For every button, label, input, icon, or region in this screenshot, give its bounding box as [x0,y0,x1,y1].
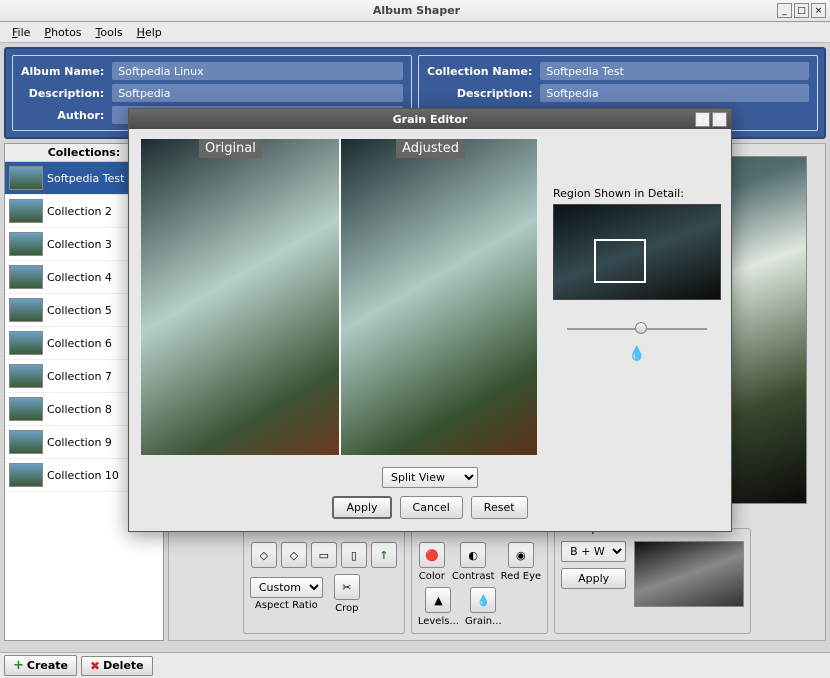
grain-editor-dialog: Grain Editor □ × Original Adjusted Regio… [128,108,732,532]
collection-desc-label: Description: [427,87,532,100]
modal-body: Original Adjusted Region Shown in Detail… [129,129,731,467]
arrow-up-icon[interactable]: ↑ [371,542,397,568]
crop-icon[interactable]: ✂ [334,574,360,600]
minimize-button[interactable]: _ [777,3,792,18]
collection-desc-field[interactable]: Softpedia [540,84,809,102]
aspect-ratio-label: Aspect Ratio [255,600,318,611]
window-titlebar: Album Shaper _ □ × [0,0,830,22]
plus-icon: + [13,658,24,673]
levels-icon[interactable]: ▲ [425,587,451,613]
menu-photos[interactable]: Photos [38,24,87,41]
modal-right-panel: Region Shown in Detail: 💧 [553,139,721,455]
view-mode-select[interactable]: Split View [382,467,478,488]
thumb-icon [9,331,43,355]
album-name-field[interactable]: Softpedia Linux [112,62,403,80]
delete-button[interactable]: ✖Delete [81,656,153,676]
flip-v-icon[interactable]: ▯ [341,542,367,568]
thumb-icon [9,166,43,190]
region-box[interactable] [594,239,646,283]
reset-drop-icon[interactable]: 💧 [553,346,721,362]
rotate-left-icon[interactable]: ◇ [251,542,277,568]
modal-restore-button[interactable]: □ [695,112,710,127]
manipulate-preview [634,541,744,607]
menu-help[interactable]: Help [131,24,168,41]
thumb-icon [9,397,43,421]
modal-titlebar[interactable]: Grain Editor □ × [129,109,731,129]
color-icon[interactable]: 🔴 [419,542,445,568]
redeye-icon[interactable]: ◉ [508,542,534,568]
grain-icon[interactable]: 💧 [470,587,496,613]
collection-name-label: Collection Name: [427,65,532,78]
manipulate-apply-button[interactable]: Apply [561,568,626,589]
aspect-ratio-select[interactable]: Custom [250,577,323,598]
album-name-label: Album Name: [21,65,104,78]
enhance-group: Enhance 🔴Color ◐Contrast ◉Red Eye ▲Level… [411,522,548,634]
original-side [141,139,339,455]
maximize-button[interactable]: □ [794,3,809,18]
tool-panel: Frame ◇ ◇ ▭ ▯ ↑ Custom Aspect Ratio ✂ Cr… [169,516,825,640]
window-title: Album Shaper [60,4,773,17]
menu-tools[interactable]: Tools [90,24,129,41]
x-icon: ✖ [90,659,100,673]
modal-close-button[interactable]: × [712,112,727,127]
collection-name-field[interactable]: Softpedia Test [540,62,809,80]
adjusted-label: Adjusted [396,139,465,158]
thumb-icon [9,232,43,256]
thumb-icon [9,199,43,223]
menu-file[interactable]: File [6,24,36,41]
slider-knob[interactable] [635,322,647,334]
region-label: Region Shown in Detail: [553,187,721,200]
split-preview[interactable]: Original Adjusted [141,139,537,455]
grain-slider[interactable] [567,328,707,330]
thumb-icon [9,364,43,388]
footer-bar: +Create ✖Delete [0,652,830,678]
rotate-right-icon[interactable]: ◇ [281,542,307,568]
menu-bar: File Photos Tools Help [0,22,830,43]
region-overview[interactable] [553,204,721,300]
thumb-icon [9,430,43,454]
close-button[interactable]: × [811,3,826,18]
modal-reset-button[interactable]: Reset [471,496,528,519]
crop-label: Crop [335,603,358,614]
album-author-label: Author: [21,109,104,122]
modal-title: Grain Editor [169,113,691,126]
split-handle[interactable] [339,139,341,455]
modal-cancel-button[interactable]: Cancel [400,496,463,519]
thumb-icon [9,463,43,487]
thumb-icon [9,298,43,322]
manipulate-select[interactable]: B + W [561,541,626,562]
modal-apply-button[interactable]: Apply [332,496,391,519]
frame-group: Frame ◇ ◇ ▭ ▯ ↑ Custom Aspect Ratio ✂ Cr… [243,522,405,634]
thumb-icon [9,265,43,289]
original-label: Original [199,139,262,158]
manipulate-group: Manipulate B + W Apply [554,522,751,634]
create-button[interactable]: +Create [4,655,77,676]
adjusted-side [339,139,537,455]
flip-h-icon[interactable]: ▭ [311,542,337,568]
contrast-icon[interactable]: ◐ [460,542,486,568]
album-desc-label: Description: [21,87,104,100]
album-desc-field[interactable]: Softpedia [112,84,403,102]
